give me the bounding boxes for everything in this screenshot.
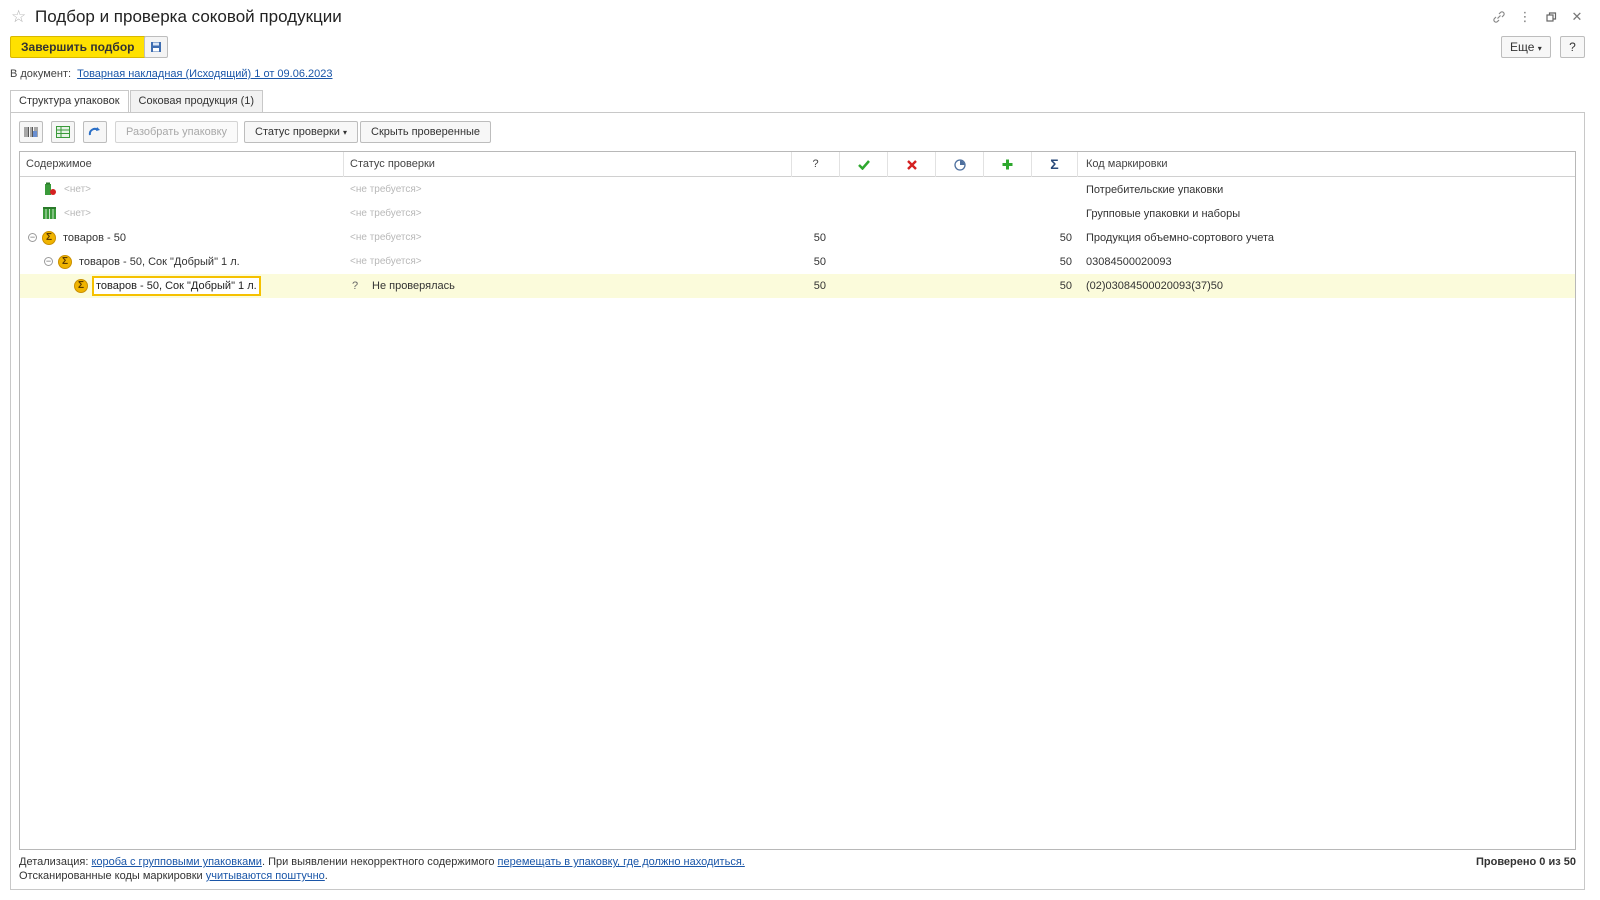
consumer-package-icon xyxy=(45,182,56,195)
content-cell: <нет> xyxy=(64,208,92,219)
header-unknown[interactable]: ? xyxy=(792,152,840,177)
scanned-mode-link[interactable]: учитываются поштучно xyxy=(206,870,325,882)
load-from-file-button[interactable] xyxy=(51,121,75,143)
document-prefix: В документ: xyxy=(10,68,72,80)
command-bar: Завершить подбор Еще ▾ ? xyxy=(0,36,1600,60)
tab-panel: Разобрать упаковку Статус проверки ▾ Скр… xyxy=(10,112,1585,890)
save-button[interactable] xyxy=(144,36,168,58)
arrow-redo-icon xyxy=(88,127,100,136)
save-icon xyxy=(151,42,161,52)
document-line: В документ: Товарная накладная (Исходящий… xyxy=(10,68,332,80)
scanned-line: Отсканированные коды маркировки учитываю… xyxy=(19,870,328,882)
check-status-button[interactable]: Статус проверки ▾ xyxy=(244,121,359,143)
tab-package-structure[interactable]: Структура упаковок xyxy=(10,90,129,114)
incorrect-content-link[interactable]: перемещать в упаковку, где должно находи… xyxy=(498,856,745,868)
title-bar: ☆ Подбор и проверка соковой продукции ⋮ … xyxy=(0,0,1600,34)
table-row-selected[interactable]: Σ товаров - 50, Сок "Добрый" 1 л. ? Не п… xyxy=(20,274,1575,298)
header-error[interactable] xyxy=(888,152,936,177)
package-grid[interactable]: Содержимое Статус проверки ? Σ Код марки… xyxy=(19,151,1576,850)
header-content[interactable]: Содержимое xyxy=(20,152,344,177)
footer: Детализация: короба с групповыми упаковк… xyxy=(19,856,1576,886)
help-button[interactable]: ? xyxy=(1560,36,1585,58)
code-cell: Потребительские упаковки xyxy=(1086,184,1224,196)
link-icon[interactable] xyxy=(1486,8,1512,26)
more-vertical-icon[interactable]: ⋮ xyxy=(1512,8,1538,26)
header-code[interactable]: Код маркировки xyxy=(1078,152,1575,177)
code-cell: Продукция объемно-сортового учета xyxy=(1086,232,1274,244)
checkmark-icon xyxy=(857,160,870,171)
content-cell: товаров - 50, Сок "Добрый" 1 л. xyxy=(79,256,240,268)
cross-icon xyxy=(906,160,917,170)
code-cell: (02)03084500020093(37)50 xyxy=(1086,280,1224,292)
table-row[interactable]: <нет> <не требуется> Групповые упаковки … xyxy=(20,202,1575,226)
table-row[interactable]: − Σ товаров - 50 <не требуется> 50 50 Пр… xyxy=(20,226,1575,250)
group-package-icon xyxy=(43,207,56,219)
content-edit-field[interactable]: товаров - 50, Сок "Добрый" 1 л. xyxy=(92,276,261,296)
favorite-star-icon[interactable]: ☆ xyxy=(11,7,26,27)
unknown-count-cell: 50 xyxy=(813,256,826,268)
table-row[interactable]: <нет> <не требуется> Потребительские упа… xyxy=(20,178,1575,202)
close-icon[interactable]: ✕ xyxy=(1564,8,1590,26)
detail-line: Детализация: короба с групповыми упаковк… xyxy=(19,856,745,868)
total-count-cell: 50 xyxy=(1059,232,1072,244)
barcode-icon xyxy=(24,127,38,137)
window-controls: ⋮ ✕ xyxy=(1486,8,1590,26)
header-checked[interactable] xyxy=(840,152,888,177)
finish-selection-button[interactable]: Завершить подбор xyxy=(10,36,146,58)
pie-clock-icon xyxy=(953,159,966,171)
collapse-toggle-icon[interactable]: − xyxy=(44,257,53,266)
status-cell: <не требуется> xyxy=(350,256,422,267)
header-added[interactable] xyxy=(984,152,1032,177)
code-cell: Групповые упаковки и наборы xyxy=(1086,208,1241,220)
code-cell: 03084500020093 xyxy=(1086,256,1172,268)
restore-window-icon[interactable] xyxy=(1538,8,1564,26)
sigma-icon: Σ xyxy=(74,279,88,293)
question-status-icon: ? xyxy=(352,280,359,292)
header-status[interactable]: Статус проверки xyxy=(344,152,792,177)
tab-bar: Структура упаковок Соковая продукция (1) xyxy=(10,90,264,114)
document-link[interactable]: Товарная накладная (Исходящий) 1 от 09.0… xyxy=(77,68,332,80)
table-row[interactable]: − Σ товаров - 50, Сок "Добрый" 1 л. <не … xyxy=(20,250,1575,274)
chevron-down-icon: ▾ xyxy=(1537,44,1542,53)
total-count-cell: 50 xyxy=(1059,280,1072,292)
chevron-down-icon: ▾ xyxy=(343,128,348,137)
content-cell: <нет> xyxy=(64,184,92,195)
header-total[interactable]: Σ xyxy=(1032,152,1078,177)
header-partial[interactable] xyxy=(936,152,984,177)
more-button[interactable]: Еще ▾ xyxy=(1501,36,1551,58)
status-cell: Не проверялась xyxy=(372,280,455,292)
move-button[interactable] xyxy=(83,121,107,143)
hide-checked-button[interactable]: Скрыть проверенные xyxy=(360,121,492,143)
status-cell: <не требуется> xyxy=(350,208,422,219)
sigma-icon: Σ xyxy=(58,255,72,269)
checked-counter: Проверено 0 из 50 xyxy=(1475,856,1576,868)
unpack-button[interactable]: Разобрать упаковку xyxy=(115,121,239,143)
sigma-icon: Σ xyxy=(42,231,56,245)
window-title: Подбор и проверка соковой продукции xyxy=(35,7,342,26)
unknown-count-cell: 50 xyxy=(813,232,826,244)
status-cell: <не требуется> xyxy=(350,184,422,195)
unknown-count-cell: 50 xyxy=(813,280,826,292)
content-cell: товаров - 50 xyxy=(63,232,126,244)
scan-barcode-button[interactable] xyxy=(19,121,43,143)
plus-icon xyxy=(1002,159,1013,170)
collapse-toggle-icon[interactable]: − xyxy=(28,233,37,242)
sigma-icon: Σ xyxy=(1050,156,1059,172)
status-cell: <не требуется> xyxy=(350,232,422,243)
tab-juice-products[interactable]: Соковая продукция (1) xyxy=(129,90,264,113)
detail-link[interactable]: короба с групповыми упаковками xyxy=(91,856,261,868)
table-load-icon xyxy=(56,126,70,138)
grid-header: Содержимое Статус проверки ? Σ Код марки… xyxy=(20,152,1575,177)
total-count-cell: 50 xyxy=(1059,256,1072,268)
